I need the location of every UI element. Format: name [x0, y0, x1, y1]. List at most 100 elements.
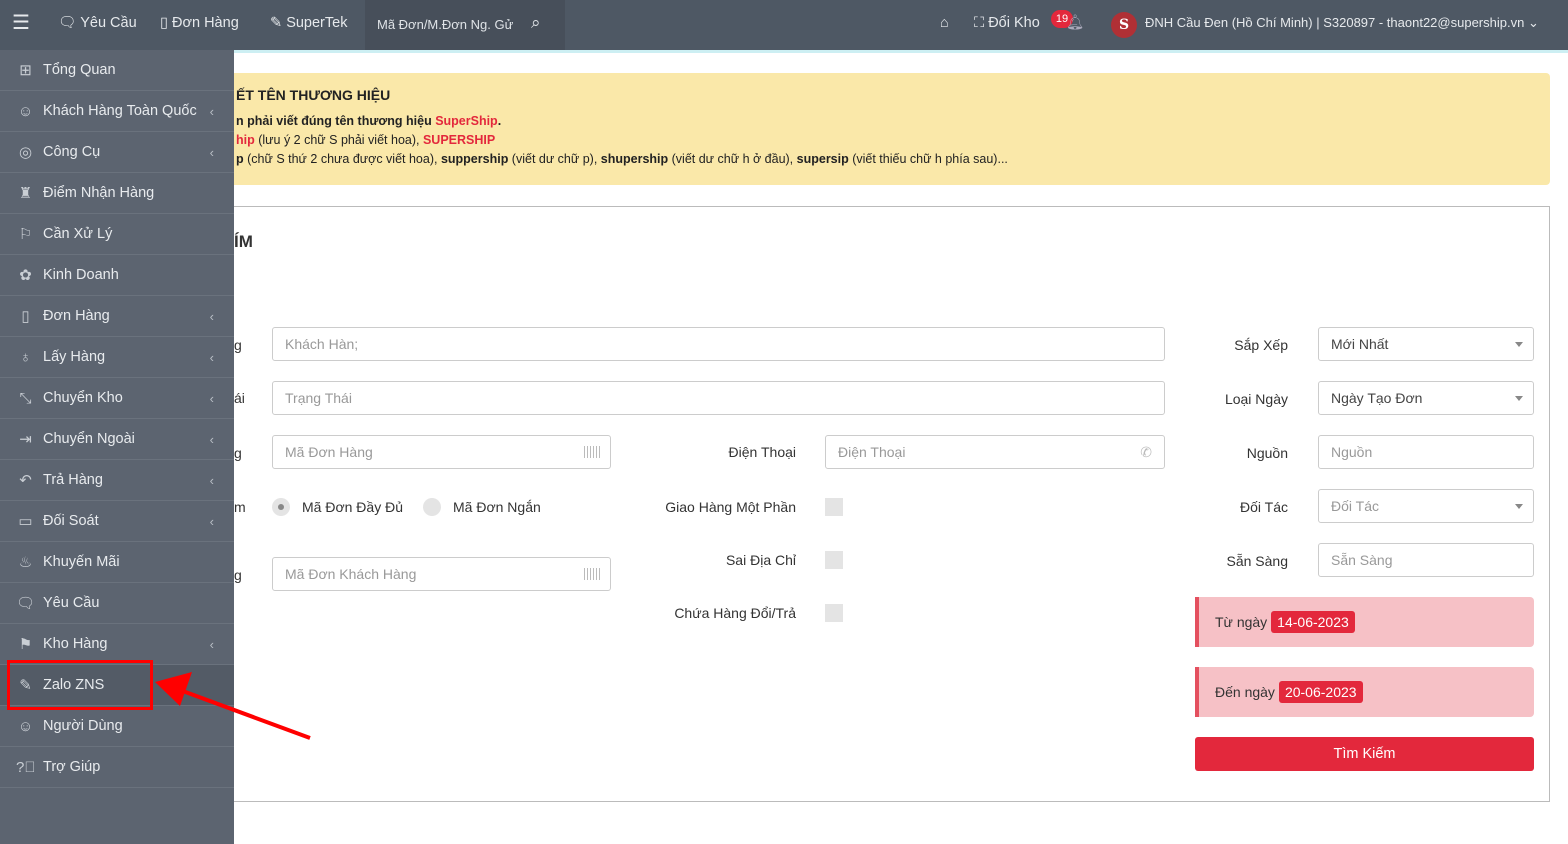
- sidebar-item-tro-giup[interactable]: ?⃝ Trợ Giúp: [0, 747, 234, 788]
- chat-icon: 🗨: [16, 595, 36, 612]
- chevron-down-icon: ⌄: [1527, 15, 1539, 30]
- sidebar-item-label: Trợ Giúp: [43, 759, 101, 775]
- sitemap-icon: ⛶: [974, 15, 985, 31]
- customer-code-input[interactable]: Mã Đơn Khách Hàng: [272, 557, 611, 591]
- to-date[interactable]: Đến ngày 20-06-2023: [1195, 667, 1534, 717]
- sidebar-item-tong-quan[interactable]: ⊞ Tổng Quan: [0, 50, 234, 91]
- header-divider: [234, 50, 1568, 53]
- sidebar-item-diem-nhan-hang[interactable]: ♜ Điểm Nhận Hàng: [0, 173, 234, 214]
- notebook-icon: ▯: [21, 308, 30, 325]
- palette-icon: ✿: [19, 267, 32, 284]
- chevron-left-icon: ‹: [209, 390, 214, 406]
- sidebar-item-khach-hang-toan-quoc[interactable]: ☺ Khách Hàng Toàn Quốc ‹: [0, 91, 234, 132]
- chevron-left-icon: ‹: [209, 472, 214, 488]
- panel-title: ÍM: [234, 232, 253, 251]
- reply-icon: ↶: [19, 472, 32, 489]
- barcode-icon: [584, 446, 600, 458]
- chevron-left-icon: ‹: [209, 431, 214, 447]
- ready-input[interactable]: Sẵn Sàng: [1318, 543, 1534, 577]
- user-icon: ☺: [17, 102, 34, 120]
- sidebar-item-chuyen-ngoai[interactable]: ⇥ Chuyển Ngoài ‹: [0, 419, 234, 460]
- nav-yeu-cau[interactable]: 🗨 Yêu Cầu: [58, 0, 137, 50]
- barcode-icon: [584, 568, 600, 580]
- edit-icon: ✎: [270, 15, 283, 31]
- chat-icon: 🗨: [58, 15, 77, 31]
- sidebar-item-tra-hang[interactable]: ↶ Trả Hàng ‹: [0, 460, 234, 501]
- chevron-left-icon: ‹: [209, 513, 214, 529]
- order-code-input[interactable]: Mã Đơn Hàng: [272, 435, 611, 469]
- sidebar-item-kinh-doanh[interactable]: ✿ Kinh Doanh: [0, 255, 234, 296]
- sidebar-item-label: Khuyến Mãi: [43, 554, 120, 570]
- sidebar-item-label: Công Cụ: [43, 144, 101, 160]
- sidebar-item-don-hang[interactable]: ▯ Đơn Hàng ‹: [0, 296, 234, 337]
- pin-icon: ♜: [18, 185, 33, 202]
- status-input[interactable]: Trạng Thái: [272, 381, 1165, 415]
- sidebar-item-label: Lấy Hàng: [43, 349, 106, 365]
- sidebar-item-chuyen-kho[interactable]: ⤡ Chuyển Kho ‹: [0, 378, 234, 419]
- compass-icon: ◎: [18, 144, 33, 161]
- bell-icon[interactable]: 🔔︎: [1066, 0, 1084, 50]
- highlight-box: [7, 660, 153, 710]
- sidebar-item-lay-hang[interactable]: ♁ Lấy Hàng ‹: [0, 337, 234, 378]
- nav-supertek[interactable]: ✎ SuperTek: [270, 0, 347, 50]
- sidebar-item-label: Trả Hàng: [43, 472, 103, 488]
- customer-input[interactable]: Khách Hàn;: [272, 327, 1165, 361]
- partner-select[interactable]: Đối Tác: [1318, 489, 1534, 523]
- sidebar-item-label: Điểm Nhận Hàng: [43, 185, 155, 201]
- wallet-icon: ▭: [18, 513, 33, 530]
- wrong-address-checkbox[interactable]: [825, 551, 843, 569]
- red-arrow-annotation: [155, 672, 311, 740]
- user-menu[interactable]: ĐNH Cầu Đen (Hồ Chí Minh) | S320897 - th…: [1145, 0, 1539, 50]
- search-button[interactable]: Tìm Kiếm: [1195, 737, 1534, 771]
- header-search[interactable]: Mã Đơn/M.Đơn Ng. Gử ⌕: [365, 0, 565, 50]
- sidebar-item-label: Đối Soát: [43, 513, 99, 529]
- sidebar-item-yeu-cau[interactable]: 🗨 Yêu Cầu: [0, 583, 234, 624]
- switch-warehouse-button[interactable]: ⛶ Đổi Kho: [974, 0, 1040, 50]
- search-input[interactable]: Mã Đơn/M.Đơn Ng. Gử: [377, 17, 513, 32]
- chevron-left-icon: ‹: [209, 103, 214, 119]
- fire-icon: ♨: [18, 554, 33, 571]
- exchange-checkbox[interactable]: [825, 604, 843, 622]
- bulb-icon: ♁: [19, 348, 32, 366]
- search-icon[interactable]: ⌕: [531, 13, 541, 33]
- radio-full-code[interactable]: [272, 498, 290, 516]
- sidebar-item-doi-soat[interactable]: ▭ Đối Soát ‹: [0, 501, 234, 542]
- phone-input[interactable]: Điện Thoại ✆: [825, 435, 1165, 469]
- chevron-left-icon: ‹: [209, 308, 214, 324]
- radio-short-code[interactable]: [423, 498, 441, 516]
- flag-icon: ⚐: [18, 226, 33, 243]
- sidebar-item-label: Kho Hàng: [43, 636, 108, 652]
- date-type-select[interactable]: Ngày Tạo Đơn: [1318, 381, 1534, 415]
- partial-delivery-checkbox[interactable]: [825, 498, 843, 516]
- sidebar-item-cong-cu[interactable]: ◎ Công Cụ ‹: [0, 132, 234, 173]
- signpost-icon: ⚑: [18, 636, 33, 653]
- sidebar-item-label: Yêu Cầu: [43, 595, 100, 611]
- sidebar-item-label: Người Dùng: [43, 718, 123, 734]
- phone-icon: ✆: [1140, 444, 1152, 460]
- notebook-icon: ▯: [160, 15, 168, 31]
- from-date[interactable]: Từ ngày 14-06-2023: [1195, 597, 1534, 647]
- sidebar-item-label: Chuyển Ngoài: [43, 431, 135, 447]
- top-navbar: ☰ 🗨 Yêu Cầu ▯ Đơn Hàng ✎ SuperTek Mã Đơn…: [0, 0, 1568, 50]
- help-icon: ?⃝: [16, 758, 36, 776]
- nav-don-hang[interactable]: ▯ Đơn Hàng: [160, 0, 239, 50]
- grid-icon: ⊞: [19, 62, 32, 79]
- chevron-left-icon: ‹: [209, 636, 214, 652]
- sort-select[interactable]: Mới Nhất: [1318, 327, 1534, 361]
- sidebar-item-label: Kinh Doanh: [43, 267, 119, 283]
- login-icon: ⇥: [19, 431, 32, 448]
- sidebar-item-label: Cần Xử Lý: [43, 226, 113, 242]
- expand-icon: ⤡: [19, 389, 32, 407]
- user-icon: ☺: [17, 717, 34, 735]
- source-input[interactable]: Nguồn: [1318, 435, 1534, 469]
- hamburger-menu-icon[interactable]: ☰: [12, 0, 30, 50]
- sidebar-item-label: Đơn Hàng: [43, 308, 110, 324]
- sidebar-item-label: Tổng Quan: [43, 62, 116, 78]
- brand-notice: ẾT TÊN THƯƠNG HIỆU n phải viết đúng tên …: [234, 73, 1550, 185]
- brand-logo: S: [1111, 12, 1137, 38]
- sidebar-item-label: Khách Hàng Toàn Quốc: [43, 103, 197, 119]
- sidebar-item-can-xu-ly[interactable]: ⚐ Cần Xử Lý: [0, 214, 234, 255]
- sidebar-item-kho-hang[interactable]: ⚑ Kho Hàng ‹: [0, 624, 234, 665]
- sidebar-item-khuyen-mai[interactable]: ♨ Khuyến Mãi: [0, 542, 234, 583]
- home-icon[interactable]: ⌂: [940, 0, 949, 50]
